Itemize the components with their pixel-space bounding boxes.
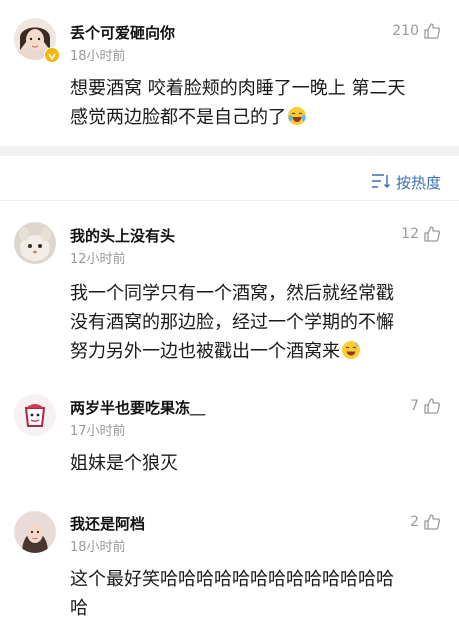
comment-line: 我一个同学只有一个酒窝，然后就经常戳 xyxy=(70,283,394,304)
comment-username[interactable]: 我还是阿档 xyxy=(70,513,145,534)
thumbs-up-icon xyxy=(423,397,441,415)
like-count: 12 xyxy=(401,226,419,242)
comment-time: 17小时前 xyxy=(70,424,126,439)
comment-text: 我一个同学只有一个酒窝，然后就经常戳 没有酒窝的那边脸，经过一个学期的不懈 努力… xyxy=(70,279,443,369)
comment-text: 想要酒窝 咬着脸颊的肉睡了一晚上 第二天 感觉两边脸都不是自己的了 xyxy=(70,74,443,135)
crying-laughing-emoji xyxy=(287,106,307,135)
comment-time: 18小时前 xyxy=(70,540,126,555)
like-button[interactable]: 210 xyxy=(392,22,441,40)
comment-text: 姐妹是个狼灭 xyxy=(70,449,443,478)
divider-line xyxy=(0,200,459,201)
comment-username[interactable]: 两岁半也要吃果冻＿ xyxy=(70,397,205,418)
comment-line: 哈 xyxy=(70,598,88,619)
comment-username[interactable]: 丢个可爱砸向你 xyxy=(70,22,175,43)
avatar[interactable] xyxy=(14,394,56,436)
thumbs-up-icon xyxy=(423,22,441,40)
avatar[interactable] xyxy=(14,222,56,264)
comment-time: 12小时前 xyxy=(70,252,126,267)
comment-line: 没有酒窝的那边脸，经过一个学期的不懈 xyxy=(70,312,394,333)
sort-label: 按热度 xyxy=(395,174,441,192)
comment-time: 18小时前 xyxy=(70,49,126,64)
comment-line: 感觉两边脸都不是自己的了 xyxy=(70,107,286,128)
sweat-smile-emoji xyxy=(341,340,361,369)
comment-line: 这个最好笑哈哈哈哈哈哈哈哈哈哈哈哈哈 xyxy=(70,569,394,590)
comment-line: 努力另外一边也被戳出一个酒窝来 xyxy=(70,341,340,362)
thumbs-up-icon xyxy=(423,513,441,531)
comment-text: 这个最好笑哈哈哈哈哈哈哈哈哈哈哈哈哈 哈 xyxy=(70,565,443,623)
section-divider xyxy=(0,146,459,156)
comment-line-with-emoji: 努力另外一边也被戳出一个酒窝来 xyxy=(70,337,443,369)
sort-by-hot-button[interactable]: 按热度 xyxy=(371,172,441,193)
thumbs-up-icon xyxy=(423,225,441,243)
comment-line: 想要酒窝 咬着脸颊的肉睡了一晚上 第二天 xyxy=(70,78,406,99)
like-button[interactable]: 7 xyxy=(410,397,441,415)
avatar[interactable] xyxy=(14,511,56,553)
like-count: 7 xyxy=(410,398,419,414)
like-count: 210 xyxy=(392,23,419,39)
comment-feed: 丢个可爱砸向你 18小时前 210 想要酒窝 咬着脸颊的肉睡了一晚上 第二天 感… xyxy=(0,0,459,629)
comment-line: 姐妹是个狼灭 xyxy=(70,453,178,474)
comment-username[interactable]: 我的头上没有头 xyxy=(70,225,175,246)
like-button[interactable]: 12 xyxy=(401,225,441,243)
like-button[interactable]: 2 xyxy=(410,513,441,531)
sort-lines-icon xyxy=(371,173,391,193)
verified-badge-icon xyxy=(44,47,60,63)
like-count: 2 xyxy=(410,514,419,530)
comment-line-with-emoji: 感觉两边脸都不是自己的了 xyxy=(70,103,443,135)
